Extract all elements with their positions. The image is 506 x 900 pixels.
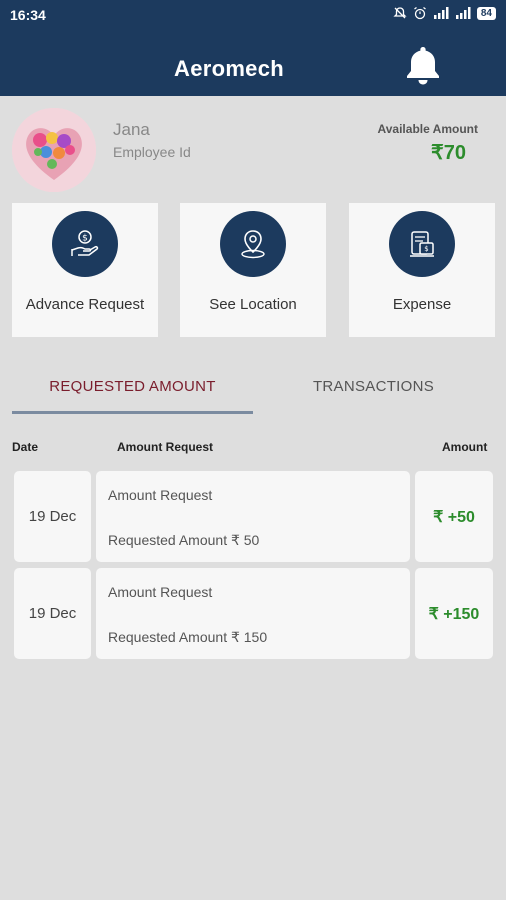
row-request-cell[interactable]: Amount Request Requested Amount ₹ 50 (96, 471, 410, 562)
employee-name: Jana (113, 120, 150, 139)
column-header-amount: Amount (442, 440, 488, 454)
expense-icon-circle: $ (389, 211, 455, 277)
row-request-cell[interactable]: Amount Request Requested Amount ₹ 150 (96, 568, 410, 659)
column-header-date: Date (12, 440, 39, 454)
available-amount-label: Available Amount (377, 122, 478, 136)
bell-icon[interactable] (404, 44, 442, 86)
row-date-cell[interactable]: 19 Dec (14, 471, 91, 562)
signal-icon (433, 7, 449, 19)
battery-icon: 84 (476, 6, 496, 20)
signal-icon-2 (455, 7, 471, 19)
advance-request-icon-circle: $ (52, 211, 118, 277)
tab-requested-amount[interactable]: REQUESTED AMOUNT (12, 378, 253, 395)
see-location-card[interactable]: See Location (180, 203, 326, 337)
status-time: 16:34 (10, 7, 46, 23)
active-tab-indicator (12, 411, 253, 414)
app-title: Aeromech (174, 56, 284, 81)
row-request-detail: Requested Amount ₹ 150 (108, 629, 268, 645)
column-header-request: Amount Request (117, 440, 213, 454)
available-amount-value: ₹70 (431, 142, 466, 164)
money-hand-icon: $ (71, 230, 99, 256)
advance-request-label: Advance Request (25, 296, 145, 313)
row-amount-cell[interactable]: ₹ +150 (415, 568, 493, 659)
see-location-icon-circle (220, 211, 286, 277)
row-request-title: Amount Request (108, 487, 213, 503)
advance-request-card[interactable]: $ Advance Request (12, 203, 158, 337)
avatar[interactable] (12, 108, 96, 192)
employee-id-label: Employee Id (113, 144, 191, 160)
mute-icon (393, 7, 407, 19)
receipt-register-icon: $ (410, 231, 434, 257)
profile-section: Jana Employee Id Available Amount ₹70 (0, 96, 506, 202)
row-request-detail: Requested Amount ₹ 50 (108, 532, 260, 548)
tab-transactions[interactable]: TRANSACTIONS (253, 378, 494, 395)
expense-card[interactable]: $ Expense (349, 203, 495, 337)
status-icons: 84 (393, 6, 496, 20)
row-amount-cell[interactable]: ₹ +50 (415, 471, 493, 562)
svg-text:$: $ (424, 245, 428, 253)
expense-label: Expense (392, 296, 452, 313)
see-location-label: See Location (209, 296, 297, 313)
alarm-icon (413, 6, 426, 20)
svg-text:$: $ (82, 234, 88, 244)
row-date-cell[interactable]: 19 Dec (14, 568, 91, 659)
status-bar: 16:34 84 (0, 0, 506, 30)
location-pin-icon (241, 230, 265, 259)
app-bar: 16:34 84 Aeromech (0, 0, 506, 96)
flower-heart-image (12, 108, 96, 192)
row-request-title: Amount Request (108, 584, 213, 600)
